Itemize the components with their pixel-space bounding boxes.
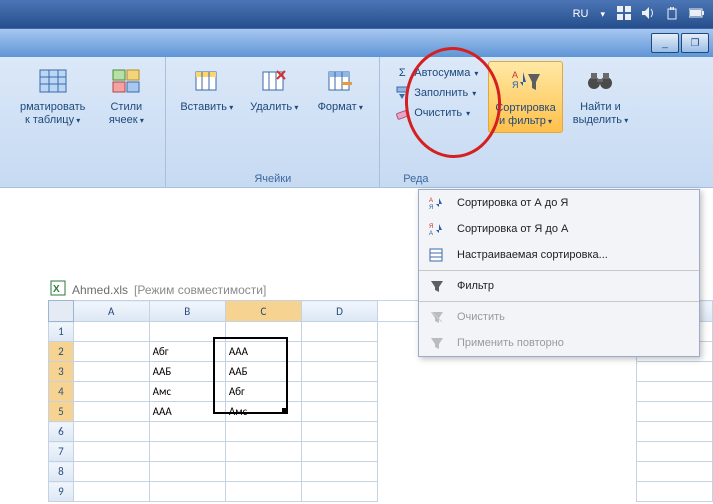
- row-header[interactable]: 8: [49, 462, 74, 482]
- sort-filter-dropdown: АЯ Сортировка от А до Я ЯА Сортировка от…: [418, 189, 700, 357]
- menu-sort-az[interactable]: АЯ Сортировка от А до Я: [419, 190, 699, 216]
- language-dropdown-icon[interactable]: ▾: [600, 9, 605, 20]
- row-header[interactable]: 7: [49, 442, 74, 462]
- language-indicator[interactable]: RU: [573, 8, 589, 20]
- table-format-icon: [37, 65, 69, 97]
- clear-filter-icon: [427, 309, 447, 325]
- fill-down-icon: [394, 85, 410, 101]
- filename: Ahmed.xls: [72, 283, 128, 297]
- custom-sort-icon: [427, 247, 447, 263]
- col-header-C[interactable]: C: [225, 301, 301, 322]
- power-icon[interactable]: [665, 6, 679, 23]
- sort-za-icon: ЯА: [427, 221, 447, 237]
- ribbon-group-styles: рматировать к таблицу Стили ячеек: [6, 57, 166, 187]
- svg-text:X: X: [53, 284, 60, 295]
- filter-icon: [427, 278, 447, 294]
- reapply-icon: [427, 335, 447, 351]
- restore-button[interactable]: ❐: [681, 33, 709, 53]
- group-label-editing: Реда: [373, 169, 649, 185]
- delete-button[interactable]: Удалить: [243, 61, 305, 118]
- delete-cells-icon: [258, 65, 290, 97]
- windows-icon[interactable]: [617, 6, 631, 23]
- window-titlebar: _ ❐: [0, 28, 713, 57]
- row-header[interactable]: 2: [49, 342, 74, 362]
- ribbon: рматировать к таблицу Стили ячеек Встави…: [0, 57, 713, 188]
- cell-styles-icon: [110, 65, 142, 97]
- group-label: [14, 181, 157, 185]
- selection-fill-handle[interactable]: [282, 408, 287, 413]
- menu-custom-sort[interactable]: Настраиваемая сортировка...: [419, 242, 699, 268]
- insert-button[interactable]: Вставить: [174, 61, 239, 118]
- row-header[interactable]: 5: [49, 402, 74, 422]
- find-select-button[interactable]: Найти и выделить: [567, 61, 635, 131]
- row-header[interactable]: 4: [49, 382, 74, 402]
- cell-styles-button[interactable]: Стили ячеек: [95, 61, 157, 131]
- menu-separator: [419, 270, 699, 271]
- excel-file-icon: X: [50, 280, 66, 299]
- clear-button[interactable]: Очистить ▾: [394, 105, 478, 121]
- svg-text:А: А: [429, 198, 433, 204]
- minimize-button[interactable]: _: [651, 33, 679, 53]
- menu-sort-za[interactable]: ЯА Сортировка от Я до А: [419, 216, 699, 242]
- eraser-icon: [394, 105, 410, 121]
- col-header-A[interactable]: A: [73, 301, 149, 322]
- svg-text:А: А: [512, 70, 518, 80]
- select-all-corner[interactable]: [49, 301, 74, 322]
- col-header-B[interactable]: B: [149, 301, 225, 322]
- format-as-table-button[interactable]: рматировать к таблицу: [14, 61, 91, 131]
- format-button[interactable]: Формат: [309, 61, 371, 118]
- col-header-D[interactable]: D: [302, 301, 378, 322]
- editing-small-commands: Σ Автосумма ▾ Заполнить ▾ Очистить ▾: [388, 61, 484, 125]
- row-header[interactable]: 9: [49, 482, 74, 502]
- document-title: X Ahmed.xls [Режим совместимости]: [50, 280, 266, 299]
- volume-icon[interactable]: [641, 6, 655, 23]
- row-header[interactable]: 3: [49, 362, 74, 382]
- ribbon-group-cells: Вставить Удалить Формат Ячейки: [166, 57, 380, 187]
- compat-mode: [Режим совместимости]: [134, 283, 266, 297]
- menu-reapply: Применить повторно: [419, 330, 699, 356]
- insert-cells-icon: [191, 65, 223, 97]
- svg-text:Я: Я: [429, 224, 433, 230]
- fill-button[interactable]: Заполнить ▾: [394, 85, 478, 101]
- sort-filter-button[interactable]: АЯ Сортировка и фильтр: [488, 61, 562, 133]
- sort-filter-icon: АЯ: [510, 66, 542, 98]
- battery-icon[interactable]: [689, 7, 705, 22]
- svg-text:Я: Я: [512, 80, 519, 90]
- svg-text:Я: Я: [429, 205, 433, 210]
- svg-text:А: А: [429, 231, 433, 236]
- row-header[interactable]: 1: [49, 322, 74, 342]
- menu-filter[interactable]: Фильтр: [419, 273, 699, 299]
- sort-az-icon: АЯ: [427, 195, 447, 211]
- binoculars-icon: [584, 65, 616, 97]
- group-label-cells: Ячейки: [174, 169, 371, 185]
- sigma-icon: Σ: [394, 65, 410, 81]
- format-cells-icon: [324, 65, 356, 97]
- row-header[interactable]: 6: [49, 422, 74, 442]
- system-tray: [617, 6, 705, 23]
- menu-clear-filter: Очистить: [419, 304, 699, 330]
- menu-separator: [419, 301, 699, 302]
- taskbar: RU ▾: [0, 0, 713, 28]
- autosum-button[interactable]: Σ Автосумма ▾: [394, 65, 478, 81]
- ribbon-group-editing: Σ Автосумма ▾ Заполнить ▾ Очистить ▾: [380, 57, 642, 187]
